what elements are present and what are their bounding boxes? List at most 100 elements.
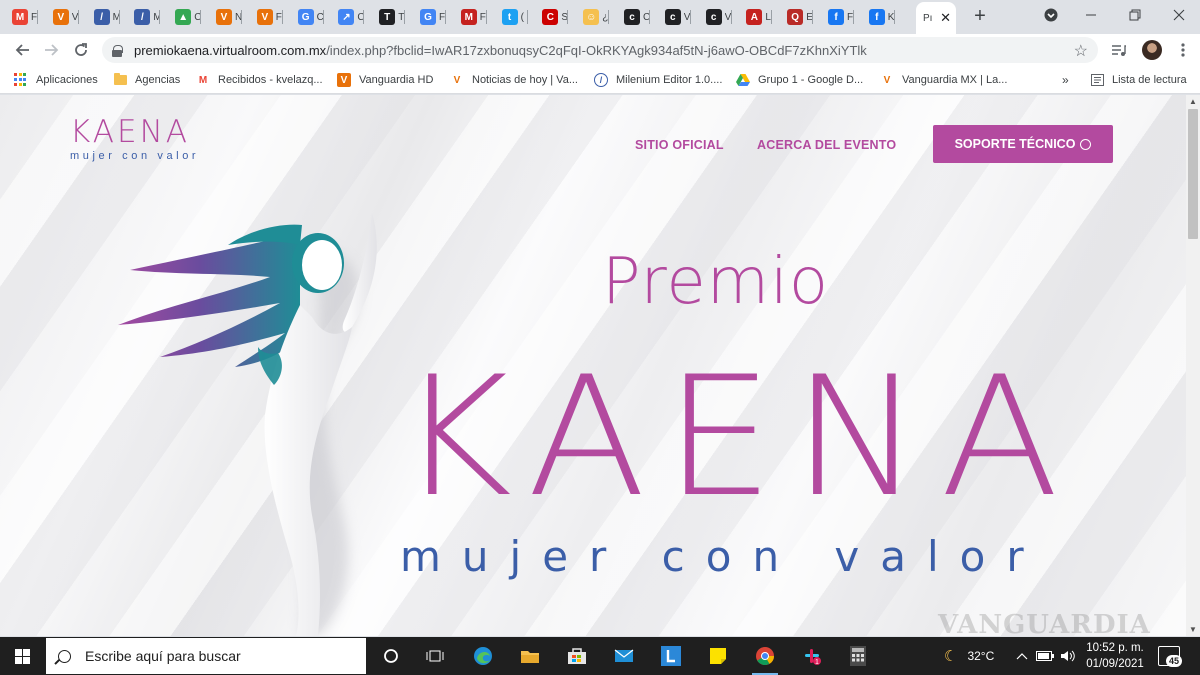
quora-icon: Q [787, 9, 804, 25]
browser-tab[interactable]: CS [538, 4, 569, 30]
tab-separator [689, 10, 691, 24]
search-icon [58, 649, 71, 663]
windows-logo-icon [14, 648, 30, 664]
nav-sitio-oficial[interactable]: SITIO OFICIAL [635, 138, 724, 152]
bookmark-label: Milenium Editor 1.0.... [616, 74, 723, 86]
scroll-up-icon[interactable]: ▲ [1189, 97, 1197, 106]
close-tab-icon[interactable]: ✕ [940, 10, 951, 26]
back-arrow-icon[interactable] [12, 39, 34, 61]
browser-tab[interactable]: AL [742, 4, 773, 30]
browser-tab[interactable]: VF [253, 4, 283, 30]
lock-icon[interactable] [112, 44, 123, 57]
bookmark-label: Grupo 1 - Google D... [758, 74, 864, 86]
active-tab[interactable]: Pı ✕ [916, 2, 956, 34]
bookmark-milenium[interactable]: / Milenium Editor 1.0.... [594, 71, 722, 89]
slack-icon[interactable]: 1 [797, 642, 827, 670]
forward-arrow-icon[interactable] [40, 39, 62, 61]
hero-premio: Premio [602, 245, 830, 319]
scrollbar-thumb[interactable] [1188, 109, 1198, 239]
page-scrollbar[interactable]: ▲ ▼ [1186, 95, 1200, 636]
browser-tab[interactable]: GC [294, 4, 324, 30]
media-queue-icon[interactable] [1108, 39, 1130, 61]
browser-tab[interactable]: MF [8, 4, 38, 30]
address-bar[interactable]: premiokaena.virtualroom.com.mx/index.php… [102, 37, 1098, 63]
browser-tab[interactable]: / M [90, 4, 120, 30]
tab-separator [241, 10, 242, 24]
browser-tab[interactable]: MF [457, 4, 487, 30]
minimize-icon[interactable] [1076, 4, 1106, 26]
task-view-icon[interactable] [420, 642, 450, 670]
browser-tab[interactable]: ▲ C [171, 4, 202, 30]
bookmark-vanguardia-mx[interactable]: V Vanguardia MX | La... [880, 71, 1008, 89]
edge-icon[interactable] [468, 642, 498, 670]
tab-separator [322, 10, 324, 24]
scroll-down-icon[interactable]: ▼ [1189, 625, 1197, 634]
browser-tab[interactable]: / M [130, 4, 161, 30]
bookmark-noticias[interactable]: V Noticias de hoy | Va... [450, 71, 578, 89]
google-icon: G [420, 9, 436, 25]
browser-tab[interactable]: ☺ ¿ [579, 4, 610, 30]
browser-tab[interactable]: fK [865, 4, 895, 30]
store-icon[interactable] [562, 642, 592, 670]
system-clock[interactable]: 10:52 p. m. 01/09/2021 [1080, 640, 1150, 672]
cortana-icon[interactable] [376, 642, 406, 670]
cnn-icon: C [542, 9, 559, 25]
browser-tab[interactable]: t( [498, 4, 528, 30]
launcher-l-icon[interactable] [656, 642, 686, 670]
windows-taskbar: Escribe aquí para buscar 1 ☾ 32°C 10:52 … [0, 637, 1200, 675]
browser-tab[interactable]: VV [49, 4, 79, 30]
profile-avatar[interactable] [1142, 40, 1162, 60]
vanguardia-icon: V [216, 9, 232, 25]
close-window-icon[interactable] [1164, 4, 1194, 26]
reading-list-icon [1090, 73, 1104, 87]
url-host: premiokaena.virtualroom.com.mx [134, 42, 327, 58]
bookmark-star-icon[interactable]: ☆ [1074, 41, 1088, 61]
gmail-icon: M [198, 74, 208, 86]
calculator-icon[interactable] [843, 642, 873, 670]
apps-icon [14, 73, 28, 87]
taskbar-search-box[interactable]: Escribe aquí para buscar [46, 638, 366, 674]
tray-expand-icon[interactable] [1016, 637, 1028, 675]
browser-tab[interactable]: cV [661, 4, 691, 30]
browser-tab[interactable]: ↗ C [334, 4, 365, 30]
weather-widget[interactable]: ☾ 32°C [944, 637, 994, 675]
browser-tab[interactable]: TT [375, 4, 406, 30]
volume-icon[interactable] [1060, 637, 1076, 675]
browser-tab[interactable]: cV [702, 4, 732, 30]
menu-icon[interactable] [1172, 39, 1194, 61]
drive-icon: ▲ [175, 9, 192, 25]
new-tab-button[interactable]: + [968, 4, 992, 28]
sticky-notes-icon[interactable] [703, 642, 733, 670]
svg-text:1: 1 [815, 659, 819, 666]
vanguardia-icon: V [256, 9, 273, 25]
nav-acerca-del-evento[interactable]: ACERCA DEL EVENTO [757, 138, 896, 152]
bookmark-agencias[interactable]: Agencias [114, 71, 180, 89]
browser-tab[interactable]: QE [783, 4, 814, 30]
browser-tab[interactable]: GF [416, 4, 446, 30]
browser-tab[interactable]: VN [212, 4, 242, 30]
reading-list-button[interactable]: Lista de lectura [1090, 71, 1187, 89]
chrome-icon[interactable] [750, 642, 780, 675]
tab-search-icon[interactable] [1036, 4, 1066, 26]
bookmark-apps[interactable]: Aplicaciones [14, 71, 98, 89]
emoji-icon: ☺ [583, 9, 600, 25]
bookmark-vanguardia-hd[interactable]: V Vanguardia HD [337, 71, 433, 89]
bookmark-label: Aplicaciones [36, 74, 98, 86]
tab-separator [363, 10, 365, 24]
battery-icon[interactable] [1036, 637, 1054, 675]
support-button[interactable]: SOPORTE TÉCNICO [933, 125, 1113, 163]
mail-icon[interactable] [609, 642, 639, 670]
more-bookmarks-button[interactable]: » [1062, 71, 1069, 89]
browser-tab[interactable]: fF [824, 4, 854, 30]
browser-tab[interactable]: cC [620, 4, 650, 30]
file-explorer-icon[interactable] [515, 642, 545, 670]
hero-kaena: KAENA [398, 341, 1078, 534]
bookmark-recibidos[interactable]: M Recibidos - kvelazq... [196, 71, 323, 89]
reload-icon[interactable] [70, 39, 92, 61]
tab-separator [893, 10, 895, 24]
temperature: 32°C [967, 649, 995, 663]
bookmark-grupo1[interactable]: Grupo 1 - Google D... [736, 71, 863, 89]
tab-separator [608, 10, 610, 24]
start-button[interactable] [0, 637, 44, 675]
restore-icon[interactable] [1120, 4, 1150, 26]
